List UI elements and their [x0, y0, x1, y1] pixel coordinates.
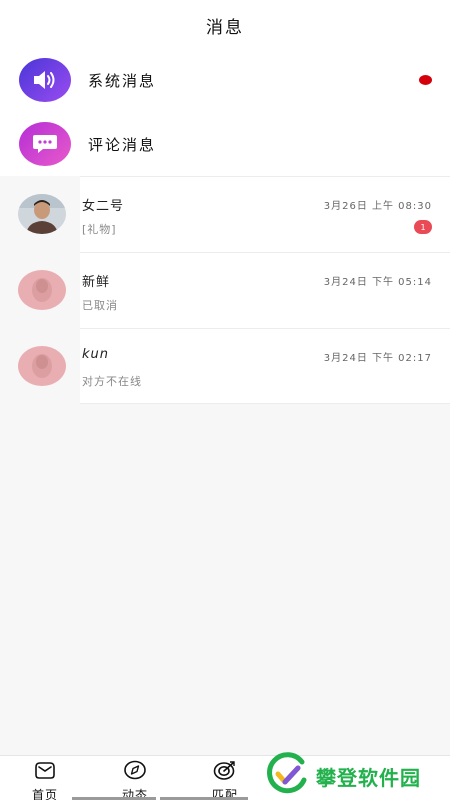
conversation-time: 3月26日 上午 08:30	[323, 201, 432, 212]
conversation-name: kun	[82, 347, 110, 362]
page-title: 消息	[206, 17, 244, 38]
watermark: 攀登软件园	[266, 752, 450, 800]
list-item[interactable]: 新鲜 3月24日 下午 05:14 已取消	[80, 252, 450, 328]
conversation-name: 女二号	[82, 199, 125, 214]
conversation-name: 新鲜	[82, 275, 111, 290]
target-icon	[213, 760, 237, 784]
check-logo-icon	[266, 752, 310, 800]
list-item[interactable]: 女二号 3月26日 上午 08:30 [礼物] 1	[80, 176, 450, 252]
unread-dot	[419, 75, 432, 85]
speaker-icon	[19, 58, 71, 102]
comment-messages-label: 评论消息	[88, 135, 157, 154]
tab-match[interactable]: 匹配	[195, 760, 255, 800]
conversation-preview: 已取消	[82, 299, 118, 312]
avatar[interactable]	[18, 346, 66, 386]
conversation-time: 3月24日 下午 05:14	[323, 277, 432, 288]
unread-count-badge: 1	[414, 220, 432, 234]
tab-home-label: 首页	[31, 788, 58, 800]
system-messages-row[interactable]: 系统消息	[0, 48, 450, 112]
compass-icon	[123, 760, 147, 784]
tab-home[interactable]: 首页	[15, 760, 75, 800]
tab-feed[interactable]: 动态	[105, 760, 165, 800]
chat-bubble-icon	[19, 122, 71, 166]
page-header: 消息	[0, 0, 450, 50]
system-messages-label: 系统消息	[88, 71, 157, 90]
list-item[interactable]: kun 3月24日 下午 02:17 对方不在线	[80, 328, 450, 404]
conversation-time: 3月24日 下午 02:17	[323, 353, 432, 364]
conversation-list: 女二号 3月26日 上午 08:30 [礼物] 1 新鲜 3月24日 下午 05…	[80, 176, 450, 404]
avatar[interactable]	[18, 270, 66, 310]
watermark-text: 攀登软件园	[316, 765, 421, 790]
conversation-preview: [礼物]	[82, 223, 117, 236]
conversation-preview: 对方不在线	[82, 375, 142, 388]
avatar[interactable]	[18, 194, 66, 234]
home-icon	[33, 760, 57, 784]
comment-messages-row[interactable]: 评论消息	[0, 112, 450, 176]
